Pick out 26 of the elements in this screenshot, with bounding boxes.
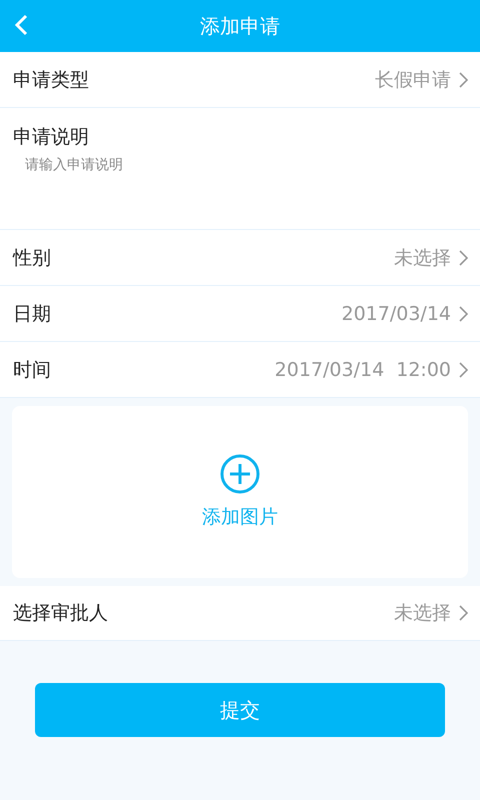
row-label: 日期 <box>13 302 51 326</box>
back-icon <box>14 14 28 36</box>
row-label: 性别 <box>13 246 51 270</box>
plus-circle-icon <box>220 454 260 494</box>
description-field[interactable]: 请输入申请说明 <box>25 156 468 216</box>
row-label: 申请类型 <box>13 68 89 92</box>
form-row[interactable]: 申请说明 请输入申请说明 <box>0 108 480 230</box>
row-value: 未选择 <box>394 246 451 270</box>
chevron-right-icon <box>459 250 468 266</box>
row-value: 未选择 <box>394 601 451 626</box>
form-row[interactable]: 选择审批人 未选择 <box>0 586 480 641</box>
chevron-right-icon <box>459 605 468 621</box>
form-row[interactable]: 性别 未选择 <box>0 230 480 286</box>
page-title: 添加申请 <box>200 12 280 40</box>
form-row[interactable]: 时间 2017/03/14 12:00 <box>0 342 480 398</box>
row-label: 时间 <box>13 358 51 382</box>
chevron-right-icon <box>459 306 468 322</box>
chevron-right-icon <box>459 72 468 88</box>
row-value: 长假申请 <box>375 68 451 92</box>
chevron-right-icon <box>459 362 468 378</box>
form-row[interactable]: 日期 2017/03/14 <box>0 286 480 342</box>
row-value: 2017/03/14 <box>341 302 451 324</box>
row-label: 选择审批人 <box>13 601 108 626</box>
row-label: 申请说明 <box>13 125 90 150</box>
row-value: 2017/03/14 12:00 <box>274 358 451 380</box>
form-row[interactable]: 申请类型 长假申请 <box>0 52 480 108</box>
